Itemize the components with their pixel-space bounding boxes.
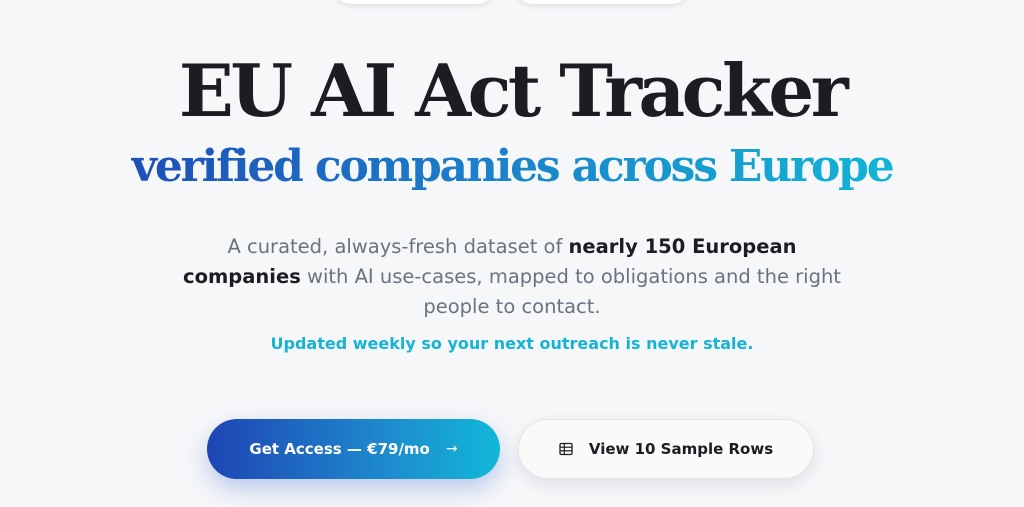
update-note: Updated weekly so your next outreach is …	[270, 334, 754, 353]
get-access-button[interactable]: Get Access — €79/mo →	[207, 419, 500, 479]
hero-subtitle-text: verified companies across Europe	[131, 141, 894, 192]
top-nav-pill-left[interactable]	[330, 0, 498, 4]
get-access-label: Get Access — €79/mo	[249, 440, 430, 458]
page-title: EU AI Act Tracker	[178, 48, 849, 133]
view-sample-rows-button[interactable]: View 10 Sample Rows	[518, 419, 814, 479]
top-nav-pill-right[interactable]	[512, 0, 692, 4]
view-sample-rows-label: View 10 Sample Rows	[588, 440, 774, 458]
hero-subtitle: verified companies across Europe	[0, 136, 1024, 198]
table-icon	[559, 442, 573, 456]
arrow-right-icon: →	[445, 441, 458, 457]
landing-hero: EU AI Act Tracker verified companies acr…	[0, 0, 1024, 507]
description-part2: with AI use-cases, mapped to obligations…	[300, 265, 841, 318]
hero-description: A curated, always-fresh dataset of nearl…	[170, 232, 854, 322]
description-part1: A curated, always-fresh dataset of	[227, 235, 569, 258]
